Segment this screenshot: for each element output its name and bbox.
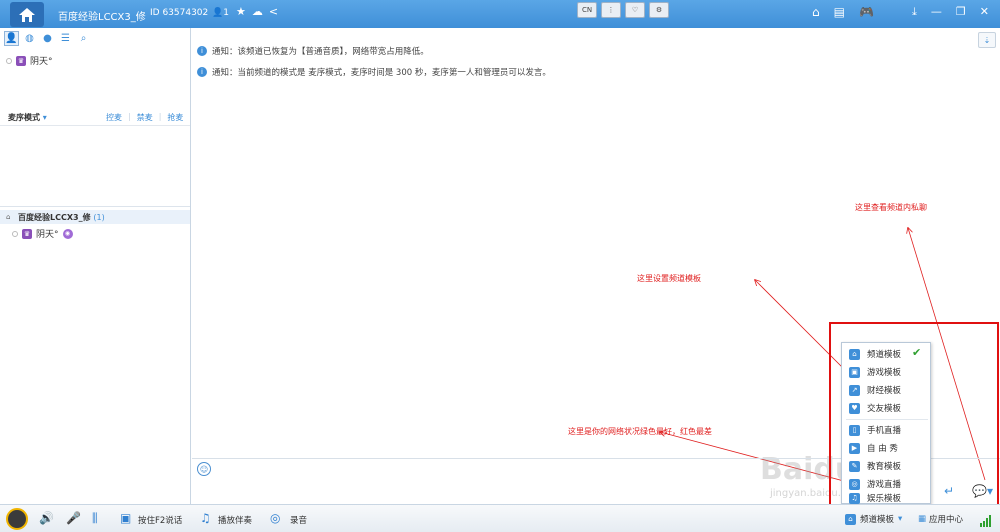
push-to-talk-icon[interactable]: ▣ <box>120 511 131 525</box>
play-accompaniment-button[interactable]: 播放伴奏 <box>218 514 252 526</box>
menu-item-game-template[interactable]: ▣ 游戏模板 <box>842 363 932 381</box>
title-bar: 百度经验LCCX3_修 ID 63574302 👤1 ★ ☁ < CN ⋮ ♡ … <box>0 0 1000 28</box>
tab-chat[interactable]: ◍ <box>22 31 37 46</box>
user-icon: 👤 <box>212 8 224 18</box>
record-button[interactable]: 录音 <box>290 514 307 526</box>
speaker-icon[interactable]: 🔊 <box>39 511 54 525</box>
check-icon: ✔ <box>912 346 922 359</box>
list-item[interactable]: ♛ 阴天° <box>6 54 53 67</box>
list-icon: ☰ <box>61 33 70 44</box>
network-signal-icon <box>980 515 991 527</box>
status-dot <box>12 230 18 237</box>
status-dot <box>6 57 12 64</box>
close-icon[interactable]: ✕ <box>980 5 989 19</box>
channel-id: ID 63574302 <box>150 8 209 18</box>
scroll-down-button[interactable]: ⇣ <box>978 32 996 48</box>
app-center-button[interactable]: ▦ 应用中心 <box>918 513 963 525</box>
grab-mic-link[interactable]: 抢麦 <box>167 112 183 123</box>
home-icon: ⌂ <box>845 513 856 525</box>
online-count: 👤1 <box>212 8 229 18</box>
channel-title: 百度经验LCCX3_修 <box>58 12 146 23</box>
home-icon: ⌂ <box>849 348 860 360</box>
mic-mode-bar: 麦序模式 ▾ 控麦 | 禁麦 | 抢麦 <box>0 108 190 126</box>
menu-item-mobile-live[interactable]: ▯ 手机直播 <box>842 421 932 439</box>
equalizer-icon[interactable]: ⫼ <box>92 511 98 526</box>
info-icon: i <box>197 46 207 56</box>
tab-location[interactable]: ● <box>40 31 55 46</box>
music-note-icon[interactable]: ♫ <box>200 511 211 525</box>
user-icon: 👤 <box>5 33 18 44</box>
show-icon: ▶ <box>849 442 860 454</box>
chevron-down-icon: ▾ <box>898 514 903 524</box>
bottom-toolbar: 🔊 🎤 ⫼ ▣ 按住F2说话 ♫ 播放伴奏 ◎ 录音 ⌂ 频道模板 ▾ ▦ 应用… <box>0 504 1000 532</box>
mic-status-icon: ◉ <box>62 228 73 239</box>
channel-member-count: (1) <box>93 213 105 222</box>
annotation-network: 这里是你的网络状况绿色最好，红色最差 <box>568 427 712 436</box>
ban-mic-link[interactable]: 禁麦 <box>137 112 153 123</box>
favorite-star-icon[interactable]: ★ <box>236 5 246 18</box>
channel-template-button[interactable]: ⌂ 频道模板 ▾ <box>845 513 902 525</box>
menu-item-entertainment-template[interactable]: ♫ 娱乐模板 <box>842 491 932 505</box>
search-icon: ⌕ <box>80 33 87 44</box>
gamepad-icon[interactable]: 🎮 <box>859 5 874 19</box>
share-icon[interactable]: < <box>269 5 278 18</box>
left-panel: 👤 ◍ ● ☰ ⌕ ♛ 阴天° 麦序模式 ▾ 控麦 | 禁麦 | 抢麦 ⌂ 百度… <box>0 28 191 504</box>
settings-button[interactable]: ⚙ <box>649 2 669 18</box>
home-icon[interactable]: ⌂ <box>812 5 820 19</box>
member-name: 阴天° <box>36 230 59 240</box>
notice-row: i 通知：该频道已恢复为【普通音质】，网络带宽占用降低。 <box>197 45 551 57</box>
smiley-icon: ☺ <box>199 464 209 474</box>
notice-row: i 通知：当前频道的模式是 麦序模式，麦序时间是 300 秒，麦序第一人和管理员… <box>197 66 551 78</box>
tab-users[interactable]: 👤 <box>4 31 19 46</box>
game-icon: ▣ <box>849 366 860 378</box>
vip-badge-icon: ♛ <box>22 228 32 239</box>
control-mic-link[interactable]: 控麦 <box>106 112 122 123</box>
chevron-down-icon: ▾ <box>42 113 47 122</box>
tab-list[interactable]: ☰ <box>58 31 73 46</box>
microphone-icon[interactable]: 🎤 <box>66 511 81 525</box>
chart-icon: ↗ <box>849 384 860 396</box>
like-button[interactable]: ♡ <box>625 2 645 18</box>
live-icon: ◎ <box>849 478 860 490</box>
home-logo-icon <box>19 7 35 22</box>
list-item[interactable]: ♛ 阴天° ◉ <box>12 227 73 240</box>
menu-item-channel-template[interactable]: ⌂ 频道模板 ✔ <box>842 345 932 363</box>
menu-item-education-template[interactable]: ✎ 教育模板 <box>842 457 932 475</box>
menu-item-social-template[interactable]: ♥ 交友模板 <box>842 399 932 417</box>
info-icon: i <box>197 67 207 77</box>
more-menu-button[interactable]: ⋮ <box>601 2 621 18</box>
push-to-talk-button[interactable]: 按住F2说话 <box>138 514 182 526</box>
cloud-icon[interactable]: ☁ <box>252 5 263 18</box>
download-icon[interactable]: ⤓ <box>912 5 917 19</box>
edu-icon: ✎ <box>849 460 860 472</box>
mode-dropdown[interactable]: 麦序模式 ▾ <box>8 112 47 123</box>
message-area: i 通知：该频道已恢复为【普通音质】，网络带宽占用降低。 i 通知：当前频道的模… <box>197 45 551 87</box>
annotation-template: 这里设置频道模板 <box>637 274 701 283</box>
menu-item-free-show[interactable]: ▶ 自 由 秀 <box>842 439 932 457</box>
app-logo[interactable] <box>10 2 44 27</box>
tab-search[interactable]: ⌕ <box>76 31 91 46</box>
mobile-icon: ▯ <box>849 424 860 436</box>
emoji-button[interactable]: ☺ <box>197 462 211 476</box>
heart-icon: ♥ <box>849 402 860 414</box>
notes-icon[interactable]: ▤ <box>834 5 845 19</box>
home-small-icon: ⌂ <box>6 213 11 221</box>
music-icon: ♫ <box>849 492 860 504</box>
template-menu: ⌂ 频道模板 ✔ ▣ 游戏模板 ↗ 财经模板 ♥ 交友模板 ▯ 手机直播 ▶ 自 由 秀 ✎… <box>841 342 931 504</box>
annotation-private-msg: 这里查看频道内私聊 <box>855 203 927 212</box>
minimize-icon[interactable]: — <box>931 5 942 19</box>
language-button[interactable]: CN <box>577 2 597 18</box>
record-icon[interactable]: ◎ <box>270 511 280 525</box>
avatar[interactable] <box>6 508 28 530</box>
apps-grid-icon: ▦ <box>918 514 927 524</box>
channel-tree-item[interactable]: ⌂ 百度经验LCCX3_修 (1) <box>0 210 190 224</box>
vip-badge-icon: ♛ <box>16 55 26 66</box>
chat-icon: ◍ <box>25 33 34 44</box>
restore-icon[interactable]: ❐ <box>956 5 966 19</box>
menu-item-finance-template[interactable]: ↗ 财经模板 <box>842 381 932 399</box>
location-icon: ● <box>43 33 52 44</box>
channel-tree-name: 百度经验LCCX3_修 <box>18 213 91 222</box>
user-name: 阴天° <box>30 57 53 67</box>
